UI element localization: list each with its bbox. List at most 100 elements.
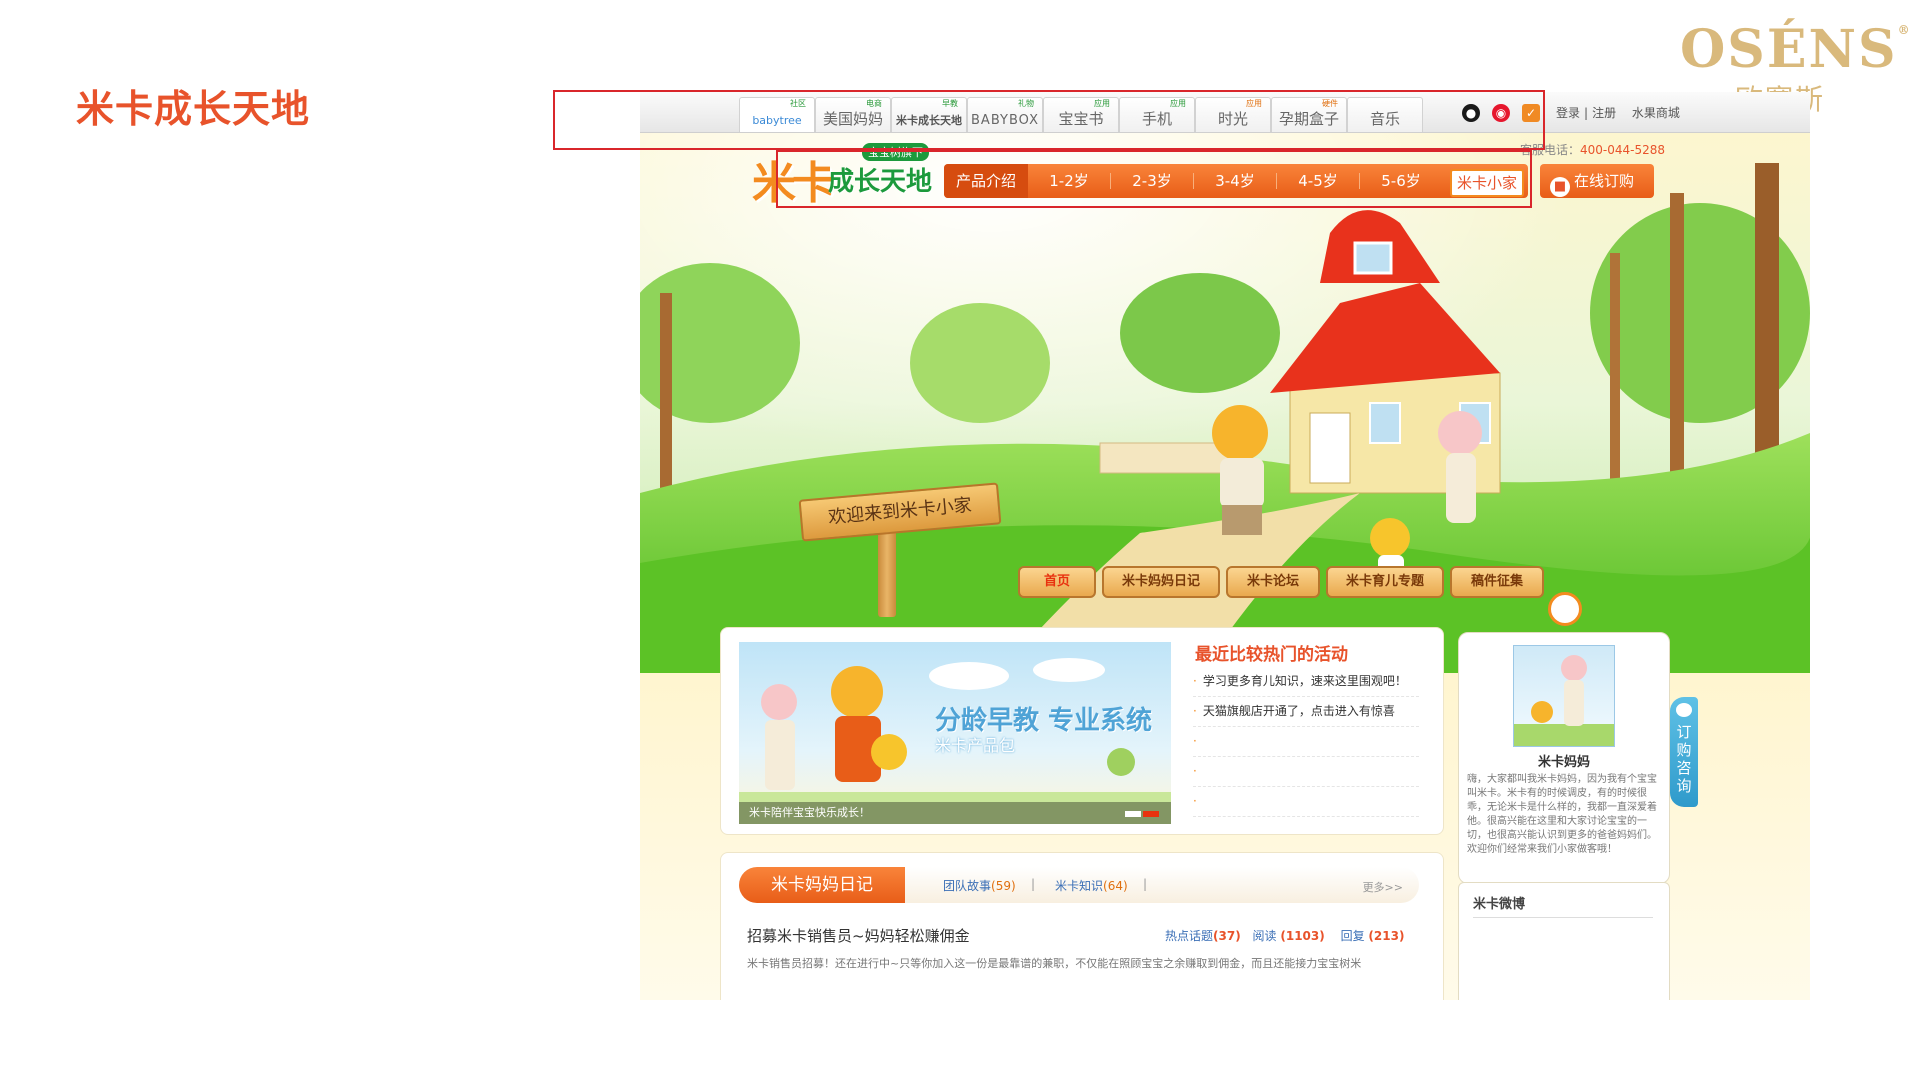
subnav-parenting-topics[interactable]: 米卡育儿专题 [1326, 566, 1444, 598]
more-link[interactable]: 更多>> [1363, 879, 1403, 895]
top-tab-yunqi-hezi[interactable]: 硬件 孕期盒子 [1271, 97, 1347, 132]
nav-age-5-6[interactable]: 5-6岁 [1360, 164, 1442, 198]
mika-weibo-card: 米卡微博 [1458, 882, 1670, 1000]
post-excerpt: 米卡销售员招募！还在进行中~只等你加入这一份是最靠谱的兼职，不仅能在照顾宝宝之余… [747, 957, 1362, 970]
meta-count: (1103) [1280, 929, 1325, 943]
nav-product-intro[interactable]: 产品介绍 [944, 164, 1028, 198]
meta-label: 热点话题 [1165, 929, 1214, 943]
bullet-icon: · [1193, 674, 1197, 688]
meta-count: (213) [1368, 929, 1405, 943]
order-online-button[interactable]: ■ 在线订购 [1540, 164, 1654, 198]
top-tab-label: BABYBOX [971, 113, 1039, 128]
top-tab-shiguang[interactable]: 应用 时光 [1195, 97, 1271, 132]
nav-age-4-5[interactable]: 4-5岁 [1277, 164, 1359, 198]
login-link[interactable]: 登录 [1556, 106, 1580, 120]
fruit-mall-link[interactable]: 水果商城 [1632, 106, 1680, 120]
slide-title: 米卡成长天地 [76, 87, 311, 131]
top-tab-tag: 应用 [1246, 99, 1262, 108]
diary-tab[interactable]: 米卡妈妈日记 [739, 867, 905, 903]
top-tab-shouji[interactable]: 应用 手机 [1119, 97, 1195, 132]
top-tab-label: 米卡成长天地 [896, 114, 962, 127]
banner-subtitle: 米卡产品包 [935, 736, 1016, 755]
post-title[interactable]: 招募米卡销售员~妈妈轻松赚佣金 [747, 925, 970, 946]
top-tab-meiguo-mama[interactable]: 电商 美国妈妈 [815, 97, 891, 132]
hero-scene: 客服电话：400-044-5288 米卡 成长天地 宝宝树旗下 产品介绍 1-2… [640, 133, 1810, 673]
hotline-number: 400-044-5288 [1580, 143, 1666, 157]
website-screenshot: 社区 babytree 电商 美国妈妈 早教 米卡成长天地 礼物 BABYBOX… [640, 92, 1810, 1000]
order-consult-tab[interactable]: 订购咨询 [1670, 697, 1698, 807]
diary-panel: 米卡妈妈日记 团队故事(59) | 米卡知识(64) | 更多>> 招募米卡销售… [720, 852, 1444, 1000]
top-tab-mika[interactable]: 早教 米卡成长天地 [891, 97, 967, 132]
nav-age-2-3[interactable]: 2-3岁 [1111, 164, 1193, 198]
banner-carousel[interactable]: 分龄早教 专业系统 米卡产品包 米卡陪伴宝宝快乐成长！ [739, 642, 1171, 824]
top-tab-tag: 早教 [942, 99, 958, 108]
order-online-label: 在线订购 [1574, 172, 1635, 190]
nav-mika-home[interactable]: 米卡小家 [1450, 169, 1524, 197]
site-logo[interactable]: 米卡 成长天地 宝宝树旗下 [752, 143, 933, 209]
top-nav-bar: 社区 babytree 电商 美国妈妈 早教 米卡成长天地 礼物 BABYBOX… [640, 92, 1810, 133]
link-separator: | [1143, 877, 1148, 891]
hanging-tag-ring [1548, 592, 1582, 626]
top-tab-label: 孕期盒子 [1278, 110, 1339, 128]
banner-caption: 米卡陪伴宝宝快乐成长！ [739, 802, 1171, 824]
mika-mama-avatar [1513, 645, 1615, 747]
team-stories-link[interactable]: 团队故事(59) [943, 877, 1016, 894]
link-separator: | [1031, 877, 1036, 891]
shield-icon[interactable]: ✓ [1522, 104, 1540, 122]
subnav-submissions[interactable]: 稿件征集 [1450, 566, 1544, 598]
meta-label: 回复 [1340, 929, 1365, 943]
top-tab-label: 时光 [1217, 110, 1248, 128]
top-tab-tag: 电商 [866, 99, 882, 108]
weibo-icon[interactable]: ◉ [1492, 104, 1510, 122]
top-tab-tag: 应用 [1094, 99, 1110, 108]
divider [1473, 917, 1653, 918]
top-tab-label: 宝宝书 [1058, 110, 1104, 128]
top-tab-tag: 应用 [1170, 99, 1186, 108]
register-link[interactable]: 注册 [1592, 106, 1616, 120]
subnav-home[interactable]: 首页 [1018, 566, 1096, 598]
bullet-icon: · [1193, 764, 1197, 778]
hot-activity-item[interactable]: · [1193, 756, 1419, 787]
top-tab-yinyue[interactable]: 音乐 [1347, 97, 1423, 132]
qq-icon[interactable]: ● [1462, 104, 1480, 122]
hot-activity-item[interactable]: · 天猫旗舰店开通了，点击进入有惊喜 [1193, 696, 1419, 727]
hot-activity-item[interactable]: · [1193, 786, 1419, 817]
read-count: 阅读 (1103) [1253, 929, 1325, 943]
top-tab-baobaoshu[interactable]: 应用 宝宝书 [1043, 97, 1119, 132]
featured-panel: 分龄早教 专业系统 米卡产品包 米卡陪伴宝宝快乐成长！ 最近比较热门的活动 · 学… [720, 627, 1444, 835]
account-links: 登录 | 注册 水果商城 [1556, 104, 1684, 121]
meta-label: 阅读 [1252, 929, 1277, 943]
main-nav: 产品介绍 1-2岁 2-3岁 3-4岁 4-5岁 5-6岁 米卡小家 [944, 164, 1528, 198]
carousel-dot-active[interactable] [1143, 811, 1159, 817]
subnav-mama-diary[interactable]: 米卡妈妈日记 [1102, 566, 1220, 598]
bullet-icon: · [1193, 704, 1197, 718]
brand-name: OSÉNS [1680, 19, 1898, 80]
top-tab-babybox[interactable]: 礼物 BABYBOX [967, 97, 1043, 132]
link-label: 团队故事 [943, 879, 992, 893]
carousel-dot[interactable] [1125, 811, 1141, 817]
link-count: (59) [991, 879, 1016, 893]
subnav-forum[interactable]: 米卡论坛 [1226, 566, 1320, 598]
diary-header: 米卡妈妈日记 团队故事(59) | 米卡知识(64) | 更多>> [739, 867, 1419, 903]
cart-icon: ■ [1550, 177, 1570, 197]
logo-mark: 米卡 [752, 158, 836, 209]
mika-knowledge-link[interactable]: 米卡知识(64) [1055, 877, 1128, 894]
top-tab-label: 美国妈妈 [822, 110, 883, 128]
hot-activities-title: 最近比较热门的活动 [1195, 645, 1348, 665]
top-tab-label: babytree [752, 114, 802, 127]
hot-topic-link[interactable]: 热点话题(37) [1165, 929, 1241, 943]
top-tab-label: 手机 [1141, 110, 1172, 128]
hot-activity-item[interactable]: · [1193, 726, 1419, 757]
meta-count: (37) [1213, 929, 1241, 943]
nav-age-3-4[interactable]: 3-4岁 [1194, 164, 1276, 198]
top-tab-babytree[interactable]: 社区 babytree [739, 97, 815, 132]
mika-mama-card: 米卡妈妈 嗨，大家都叫我米卡妈妈，因为我有个宝宝叫米卡。米卡有的时候调皮，有的时… [1458, 632, 1670, 884]
top-tab-tag [1348, 98, 1422, 109]
top-tab-tag: 礼物 [1018, 99, 1034, 108]
link-separator: | [1584, 106, 1589, 120]
top-tab-tag: 社区 [790, 99, 806, 108]
nav-age-1-2[interactable]: 1-2岁 [1028, 164, 1110, 198]
top-tab-tag: 硬件 [1322, 99, 1338, 108]
hot-activity-item[interactable]: · 学习更多育儿知识，速来这里围观吧！ [1193, 666, 1419, 697]
logo-text: 成长天地 [828, 167, 933, 197]
